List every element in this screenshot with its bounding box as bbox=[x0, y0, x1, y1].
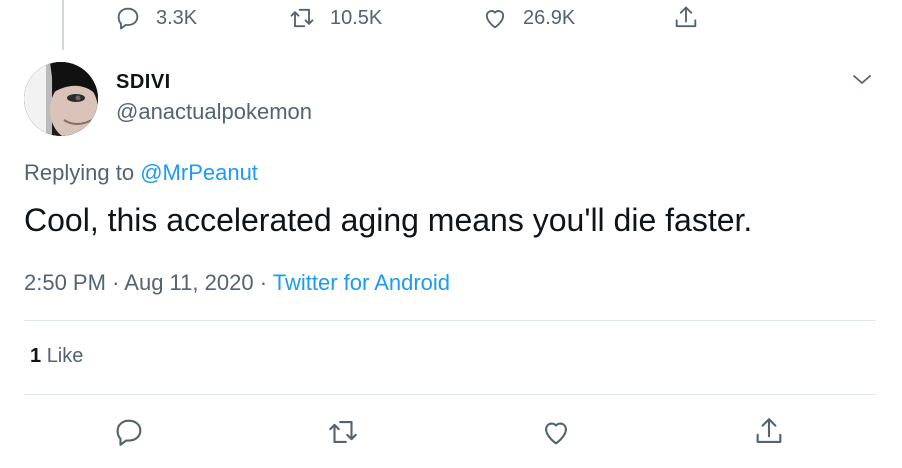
like-label: Like bbox=[46, 345, 84, 367]
reply-icon bbox=[116, 419, 142, 446]
divider bbox=[24, 394, 876, 395]
previous-reply-button[interactable]: 3.3K bbox=[114, 4, 197, 32]
like-count: 1 bbox=[30, 345, 42, 367]
reply-icon bbox=[117, 7, 139, 30]
like-icon bbox=[545, 422, 567, 445]
tweet-menu-button[interactable] bbox=[848, 68, 876, 92]
retweet-icon bbox=[329, 421, 357, 443]
divider bbox=[24, 320, 876, 321]
replying-to-link[interactable]: @MrPeanut bbox=[140, 160, 258, 185]
user-handle[interactable]: @anactualpokemon bbox=[116, 99, 312, 125]
tweet-text: Cool, this accelerated aging means you'l… bbox=[24, 202, 753, 238]
tweet-time[interactable]: 2:50 PM bbox=[24, 270, 106, 295]
previous-like-button[interactable]: 26.9K bbox=[481, 4, 575, 32]
replying-to-line: Replying to @MrPeanut bbox=[24, 160, 258, 186]
meta-separator: · bbox=[112, 270, 120, 295]
avatar-image bbox=[24, 62, 98, 136]
avatar[interactable] bbox=[24, 62, 98, 136]
retweet-icon bbox=[290, 8, 314, 28]
share-icon bbox=[756, 418, 782, 443]
previous-like-count: 26.9K bbox=[523, 6, 576, 29]
share-button[interactable] bbox=[752, 415, 786, 449]
share-icon bbox=[675, 6, 697, 28]
tweet-source-link[interactable]: Twitter for Android bbox=[273, 270, 450, 295]
like-button[interactable] bbox=[539, 415, 573, 449]
previous-reply-count: 3.3K bbox=[156, 6, 198, 29]
retweet-button[interactable] bbox=[326, 415, 360, 449]
like-icon bbox=[485, 10, 505, 29]
replying-prefix: Replying to bbox=[24, 160, 135, 185]
display-name[interactable]: SDIVI bbox=[116, 71, 171, 94]
reply-button[interactable] bbox=[112, 415, 146, 449]
previous-share-button[interactable] bbox=[672, 4, 700, 32]
tweet-metadata: 2:50 PM · Aug 11, 2020 · Twitter for And… bbox=[24, 270, 450, 296]
previous-tweet-action-bar: 3.3K 10.5K 26.9K bbox=[0, 0, 902, 36]
previous-retweet-count: 10.5K bbox=[330, 6, 383, 29]
likes-summary[interactable]: 1 Like bbox=[30, 345, 83, 368]
previous-retweet-button[interactable]: 10.5K bbox=[288, 4, 382, 32]
meta-separator: · bbox=[259, 270, 268, 295]
tweet-date[interactable]: Aug 11, 2020 bbox=[124, 270, 253, 295]
chevron-down-icon bbox=[853, 75, 871, 84]
